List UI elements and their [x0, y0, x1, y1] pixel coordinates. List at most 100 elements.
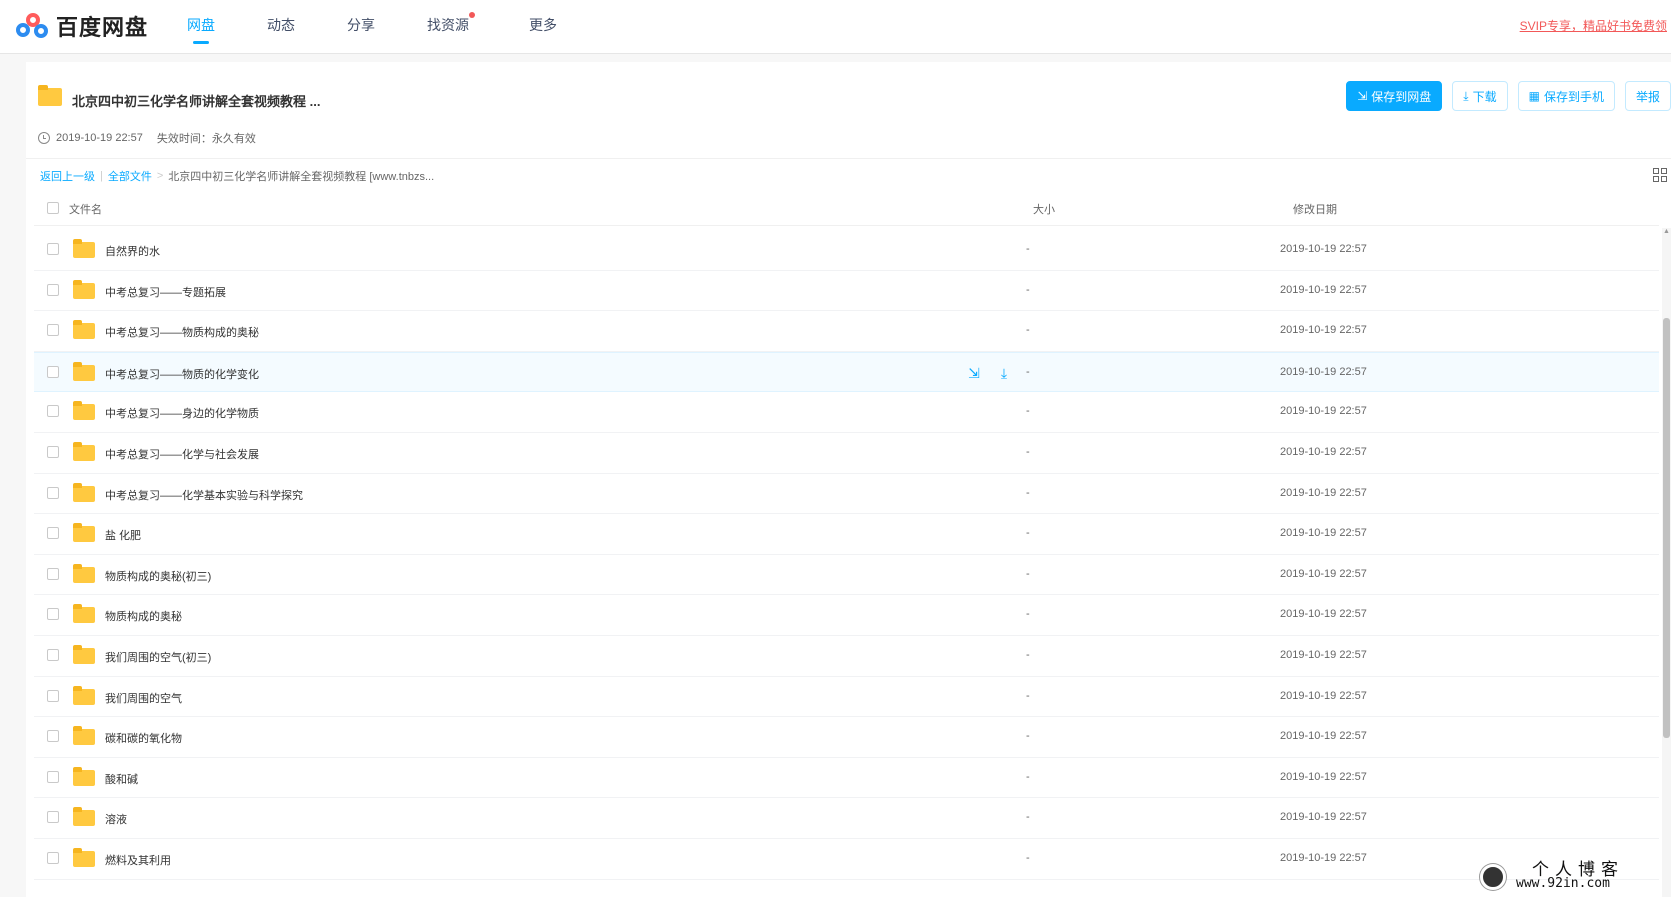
file-name-link[interactable]: 我们周围的空气 — [105, 690, 182, 706]
file-name-link[interactable]: 酸和碱 — [105, 771, 138, 787]
file-name-link[interactable]: 我们周围的空气(初三) — [105, 649, 211, 665]
file-row[interactable]: 物质构成的奥秘(初三) - 2019-10-19 22:57 — [34, 555, 1659, 596]
select-all-checkbox[interactable] — [47, 202, 59, 214]
file-modified-date: 2019-10-19 22:57 — [1280, 567, 1367, 580]
grid-view-icon[interactable] — [1653, 168, 1667, 182]
share-header: 北京四中初三化学名师讲解全套视频教程 ... 2019-10-19 22:57 … — [26, 62, 1671, 158]
row-checkbox[interactable] — [47, 730, 59, 743]
file-modified-date: 2019-10-19 22:57 — [1280, 811, 1367, 824]
save-to-netdisk-button[interactable]: ⇲ 保存到网盘 — [1346, 81, 1443, 111]
file-row[interactable]: 燃料及其利用 - 2019-10-19 22:57 — [34, 839, 1659, 880]
row-checkbox[interactable] — [47, 811, 59, 824]
nav-tab-label: 网盘 — [187, 17, 215, 33]
file-name-link[interactable]: 溶液 — [105, 811, 127, 827]
folder-icon — [73, 239, 95, 258]
column-header-date[interactable]: 修改日期 — [1293, 201, 1337, 217]
row-checkbox[interactable] — [47, 770, 59, 783]
file-size: - — [1026, 730, 1030, 743]
file-name-link[interactable]: 中考总复习——化学与社会发展 — [105, 446, 259, 462]
row-checkbox[interactable] — [47, 405, 59, 418]
breadcrumb-separator: | — [100, 170, 103, 182]
file-modified-date: 2019-10-19 22:57 — [1280, 283, 1367, 296]
row-download-icon[interactable]: ⤓ — [995, 365, 1013, 381]
file-name-link[interactable]: 中考总复习——专题拓展 — [105, 284, 226, 300]
row-checkbox[interactable] — [47, 486, 59, 499]
row-checkbox[interactable] — [47, 283, 59, 296]
file-name-link[interactable]: 燃料及其利用 — [105, 852, 171, 868]
nav-tab-label: 更多 — [529, 17, 557, 33]
folder-icon — [73, 401, 95, 421]
file-size: - — [1026, 445, 1030, 458]
brand-logo[interactable]: 百度网盘 — [16, 10, 148, 42]
file-modified-date: 2019-10-19 22:57 — [1280, 405, 1367, 418]
file-name-link[interactable]: 盐 化肥 — [105, 527, 141, 543]
share-created-time: 2019-10-19 22:57 — [56, 132, 143, 144]
breadcrumb-all-files-link[interactable]: 全部文件 — [108, 168, 152, 184]
file-name-link[interactable]: 中考总复习——化学基本实验与科学探究 — [105, 487, 303, 503]
file-modified-date: 2019-10-19 22:57 — [1280, 243, 1367, 255]
download-button[interactable]: ⤓ 下载 — [1452, 81, 1508, 111]
folder-icon — [73, 320, 95, 340]
file-name-link[interactable]: 自然界的水 — [105, 243, 160, 259]
file-name-link[interactable]: 物质构成的奥秘 — [105, 608, 182, 624]
file-row[interactable]: 中考总复习——物质的化学变化 ⇲ ⤓ -2019-10-19 22:57 — [34, 351, 1659, 393]
file-modified-date: 2019-10-19 22:57 — [1280, 770, 1367, 783]
file-row[interactable]: 我们周围的空气 - 2019-10-19 22:57 — [34, 677, 1659, 718]
row-actions: ⇲ ⤓ — [965, 365, 1025, 381]
file-row[interactable]: 自然界的水 - 2019-10-19 22:57 — [34, 230, 1659, 271]
file-name-link[interactable]: 中考总复习——物质的化学变化 — [105, 366, 259, 382]
file-name-link[interactable]: 中考总复习——物质构成的奥秘 — [105, 324, 259, 340]
nav-tab-2[interactable]: 分享 — [347, 0, 375, 54]
row-checkbox[interactable] — [47, 648, 59, 661]
nav-tab-0[interactable]: 网盘 — [187, 0, 215, 54]
row-checkbox[interactable] — [47, 567, 59, 580]
file-row[interactable]: 中考总复习——物质构成的奥秘 - 2019-10-19 22:57 — [34, 311, 1659, 352]
folder-icon — [73, 441, 95, 461]
scrollbar-thumb[interactable] — [1663, 318, 1670, 738]
file-row[interactable]: 我们周围的空气(初三) - 2019-10-19 22:57 — [34, 636, 1659, 677]
svip-promo-link[interactable]: SVIP专享，精品好书免费领 — [1520, 17, 1667, 34]
qrcode-icon: ▦ — [1528, 89, 1540, 103]
scroll-up-arrow-icon[interactable]: ▲ — [1663, 228, 1670, 236]
row-checkbox[interactable] — [47, 527, 59, 540]
breadcrumb-back-link[interactable]: 返回上一级 — [40, 168, 95, 184]
file-row[interactable]: 中考总复习——身边的化学物质 - 2019-10-19 22:57 — [34, 392, 1659, 433]
nav-tab-3[interactable]: 找资源 — [427, 0, 475, 54]
file-row[interactable]: 酸和碱 - 2019-10-19 22:57 — [34, 758, 1659, 799]
column-header-size[interactable]: 大小 — [1033, 201, 1055, 217]
file-row[interactable]: 物质构成的奥秘 - 2019-10-19 22:57 — [34, 595, 1659, 636]
row-checkbox[interactable] — [47, 243, 59, 255]
row-checkbox[interactable] — [47, 608, 59, 621]
file-row[interactable]: 碳和碳的氧化物 - 2019-10-19 22:57 — [34, 717, 1659, 758]
column-header-name[interactable]: 文件名 — [69, 201, 102, 217]
nav-tab-1[interactable]: 动态 — [267, 0, 295, 54]
file-name-link[interactable]: 碳和碳的氧化物 — [105, 730, 182, 746]
file-size: - — [1026, 608, 1030, 621]
report-button[interactable]: 举报 — [1624, 81, 1671, 111]
file-size: - — [1026, 283, 1030, 296]
file-size: - — [1026, 527, 1030, 540]
row-save-icon[interactable]: ⇲ — [965, 365, 983, 381]
file-row[interactable]: 中考总复习——化学与社会发展 - 2019-10-19 22:57 — [34, 433, 1659, 474]
file-name-link[interactable]: 物质构成的奥秘(初三) — [105, 568, 211, 584]
breadcrumb-current: 北京四中初三化学名师讲解全套视频教程 [www.tnbzs... — [168, 171, 435, 183]
brand-name: 百度网盘 — [56, 16, 149, 41]
file-size: - — [1026, 365, 1030, 378]
row-checkbox[interactable] — [47, 365, 59, 378]
save-to-phone-button[interactable]: ▦ 保存到手机 — [1517, 81, 1615, 111]
file-row[interactable]: 中考总复习——专题拓展 - 2019-10-19 22:57 — [34, 271, 1659, 312]
nav-tab-4[interactable]: 更多 — [529, 0, 557, 54]
page-scrollbar[interactable]: ▲ — [1662, 228, 1671, 897]
file-row[interactable]: 中考总复习——化学基本实验与科学探究 - 2019-10-19 22:57 — [34, 474, 1659, 515]
row-checkbox[interactable] — [47, 445, 59, 458]
file-row[interactable]: 溶液 - 2019-10-19 22:57 — [34, 798, 1659, 839]
file-row[interactable]: 盐 化肥 - 2019-10-19 22:57 — [34, 514, 1659, 555]
row-checkbox[interactable] — [47, 851, 59, 864]
row-checkbox[interactable] — [47, 689, 59, 702]
expire-value: 永久有效 — [211, 133, 256, 145]
file-size: - — [1026, 689, 1030, 702]
file-size: - — [1026, 770, 1030, 783]
file-name-link[interactable]: 中考总复习——身边的化学物质 — [105, 405, 259, 421]
file-size: - — [1026, 243, 1030, 255]
row-checkbox[interactable] — [47, 324, 59, 337]
